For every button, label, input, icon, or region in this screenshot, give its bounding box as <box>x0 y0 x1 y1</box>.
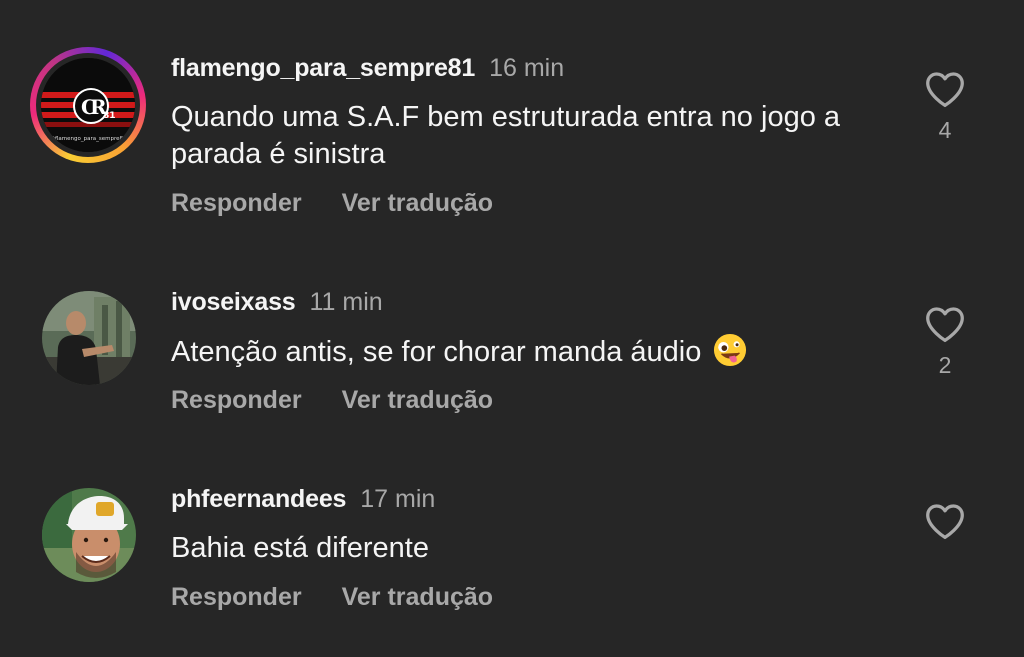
profile-photo-icon <box>42 488 136 582</box>
comment-text: Atenção antis, se for chorar manda áudio <box>171 333 901 371</box>
comment-actions: Responder Ver tradução <box>171 188 493 218</box>
like-control: 4 <box>920 70 970 144</box>
like-control <box>920 502 970 540</box>
comment-header: ivoseixass 11 min <box>171 287 383 317</box>
timestamp: 16 min <box>489 54 565 82</box>
flamengo-logo-icon: C R 81 @flamengo_para_sempre81 <box>41 58 135 152</box>
like-count: 4 <box>938 117 952 143</box>
svg-text:81: 81 <box>103 111 116 121</box>
username[interactable]: ivoseixass <box>171 288 296 316</box>
comment-actions: Responder Ver tradução <box>171 582 493 612</box>
comment-header: phfeernandees 17 min <box>171 484 435 514</box>
svg-text:@flamengo_para_sempre81: @flamengo_para_sempre81 <box>49 136 126 142</box>
see-translation-button[interactable]: Ver tradução <box>342 189 493 217</box>
like-control: 2 <box>920 305 970 379</box>
story-ring[interactable]: C R 81 @flamengo_para_sempre81 <box>30 47 146 163</box>
zany-face-emoji-icon <box>714 333 747 367</box>
see-translation-button[interactable]: Ver tradução <box>342 583 493 611</box>
comment-actions: Responder Ver tradução <box>171 385 493 415</box>
reply-button[interactable]: Responder <box>171 583 302 611</box>
reply-button[interactable]: Responder <box>171 189 302 217</box>
profile-photo-icon <box>42 291 136 385</box>
heart-outline-icon[interactable] <box>924 70 966 108</box>
comment-text: Bahia está diferente <box>171 532 429 564</box>
like-count: 2 <box>938 352 952 378</box>
avatar[interactable]: C R 81 @flamengo_para_sempre81 <box>41 58 135 152</box>
reply-button[interactable]: Responder <box>171 386 302 414</box>
username[interactable]: phfeernandees <box>171 485 346 513</box>
comment-header: flamengo_para_sempre81 16 min <box>171 53 564 83</box>
comment-text-content: Atenção antis, se for chorar manda áudio <box>171 336 702 368</box>
username[interactable]: flamengo_para_sempre81 <box>171 54 475 82</box>
timestamp: 11 min <box>309 288 383 316</box>
heart-outline-icon[interactable] <box>924 305 966 343</box>
see-translation-button[interactable]: Ver tradução <box>342 386 493 414</box>
heart-outline-icon[interactable] <box>924 502 966 540</box>
timestamp: 17 min <box>360 485 436 513</box>
comment-text: Quando uma S.A.F bem estruturada entra n… <box>171 101 841 170</box>
avatar[interactable] <box>42 291 136 385</box>
avatar[interactable] <box>42 488 136 582</box>
